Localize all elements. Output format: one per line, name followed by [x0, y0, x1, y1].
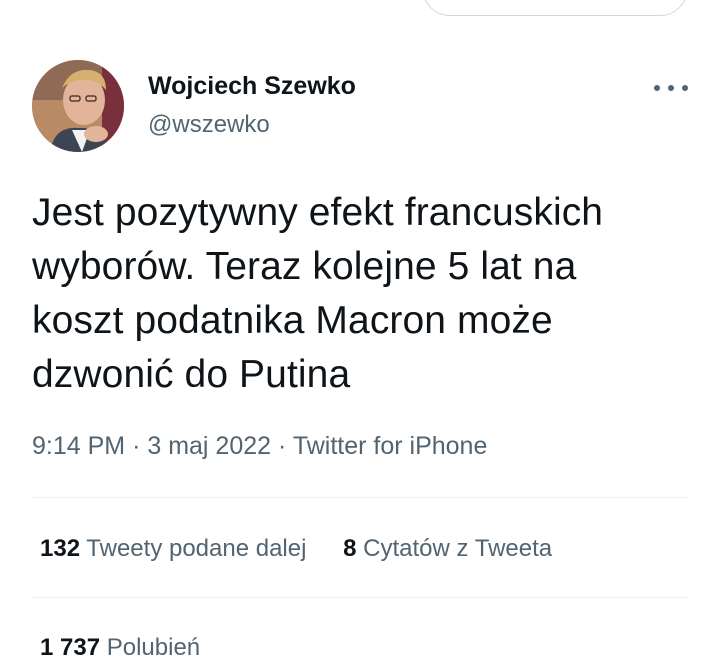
more-horizontal-icon [654, 85, 660, 91]
tweet-date[interactable]: 3 maj 2022 [147, 432, 271, 460]
tweet-source[interactable]: Twitter for iPhone [293, 432, 488, 460]
quotes-stat[interactable]: 8 Cytatów z Tweeta [343, 535, 552, 563]
more-options-button[interactable] [654, 76, 688, 100]
retweets-stat[interactable]: 132 Tweety podane dalej [40, 535, 306, 563]
meta-separator: · [278, 432, 287, 460]
avatar-image [32, 60, 124, 152]
tweet-text-line: Jest pozytywny efekt francuskich [32, 191, 604, 234]
tweet-text-line: dzwonić do Putina [32, 353, 351, 396]
top-follow-button[interactable] [422, 0, 688, 16]
stats-row: 132 Tweety podane dalej 8 Cytatów z Twee… [40, 535, 552, 563]
tweet-time[interactable]: 9:14 PM [32, 432, 125, 460]
tweet-text-line: wyborów. Teraz kolejne 5 lat na [32, 245, 577, 288]
author-handle[interactable]: @wszewko [148, 111, 270, 139]
retweets-label: Tweety podane dalej [86, 535, 307, 562]
quotes-label: Cytatów z Tweeta [363, 535, 553, 562]
avatar[interactable] [32, 60, 124, 152]
quotes-count: 8 [343, 535, 357, 562]
likes-count: 1 737 [40, 634, 101, 661]
meta-separator: · [132, 432, 141, 460]
tweet-text: Jest pozytywny efekt francuskich wyborów… [32, 186, 702, 402]
likes-label: Polubień [106, 634, 201, 661]
tweet-metadata: 9:14 PM · 3 maj 2022 · Twitter for iPhon… [32, 432, 487, 461]
divider [32, 597, 688, 598]
author-name[interactable]: Wojciech Szewko [148, 72, 356, 101]
tweet-text-line: koszt podatnika Macron może [32, 299, 553, 342]
divider [32, 497, 688, 498]
retweets-count: 132 [40, 535, 81, 562]
